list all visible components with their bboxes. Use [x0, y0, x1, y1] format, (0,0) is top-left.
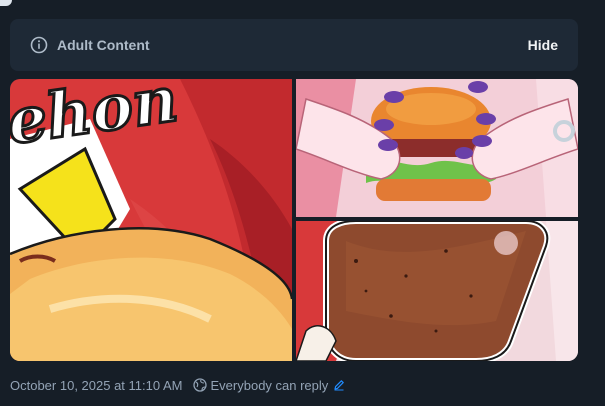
media-image-2[interactable] — [296, 79, 578, 217]
info-icon — [30, 36, 48, 54]
reply-setting[interactable]: Everybody can reply — [192, 377, 346, 393]
media-image-3[interactable] — [296, 221, 578, 361]
media-grid: ehon — [10, 79, 578, 361]
post-meta: October 10, 2025 at 11:10 AM Everybody c… — [10, 376, 345, 394]
globe-icon — [192, 378, 207, 392]
media-image-1[interactable]: ehon — [10, 79, 292, 361]
pencil-icon — [333, 379, 345, 391]
hide-button[interactable]: Hide — [528, 37, 558, 53]
content-warning-bar: Adult Content Hide — [10, 19, 578, 71]
content-warning-label: Adult Content — [57, 37, 150, 53]
reply-setting-label: Everybody can reply — [210, 377, 329, 393]
post-timestamp[interactable]: October 10, 2025 at 11:10 AM — [10, 378, 183, 393]
top-stub — [0, 0, 12, 6]
